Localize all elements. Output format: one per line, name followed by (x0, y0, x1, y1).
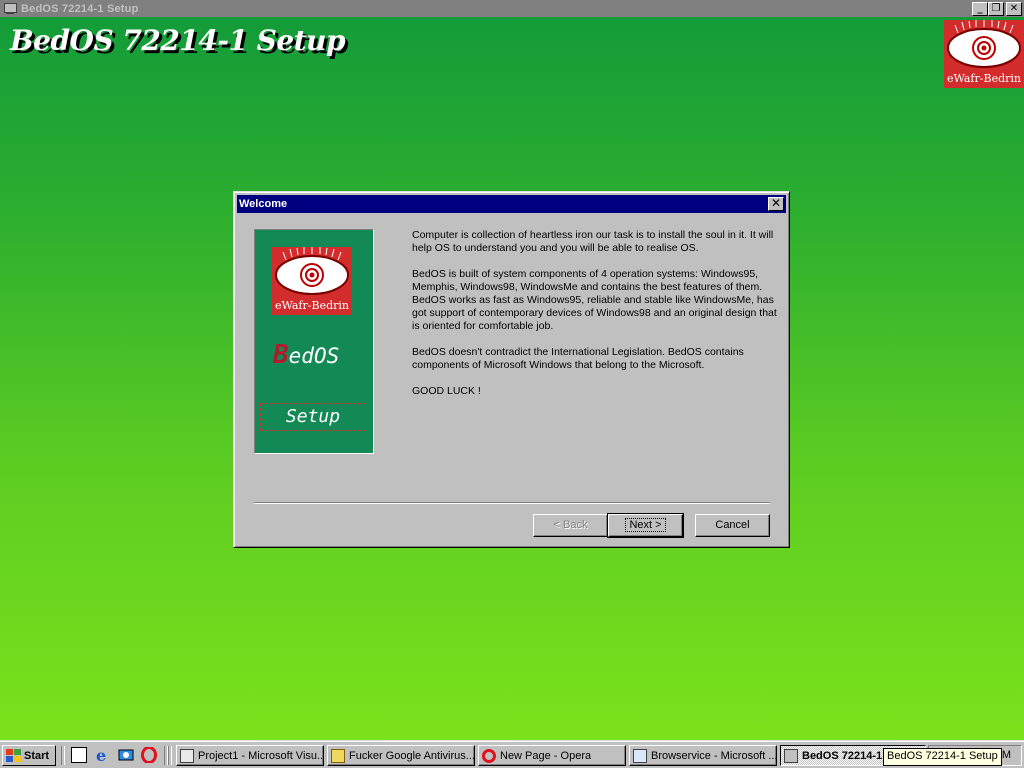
dialog-title: Welcome (239, 198, 288, 210)
dialog-close-button[interactable]: ✕ (768, 197, 784, 211)
brand-first-letter: B (273, 340, 289, 370)
cancel-button[interactable]: Cancel (695, 514, 770, 537)
restore-button[interactable]: ❐ (988, 2, 1004, 16)
logo-caption: eWafr-Bedrin (947, 72, 1021, 85)
paragraph-good-luck: GOOD LUCK ! (412, 385, 481, 397)
app-titlebar[interactable]: BedOS 72214-1 Setup _ ❐ ✕ (0, 0, 1024, 17)
brand-rest: edOS (288, 344, 340, 368)
paragraph-components: BedOS is built of system components of 4… (412, 268, 777, 332)
side-logo: eWafr-Bedrin (272, 247, 352, 315)
welcome-text: Computer is collection of heartless iron… (412, 229, 777, 411)
eye-icon (275, 247, 349, 295)
start-label: Start (24, 749, 50, 762)
ewafr-logo: eWafr-Bedrin (944, 20, 1024, 88)
vb-icon (180, 748, 194, 763)
taskbar-grip[interactable] (61, 746, 65, 765)
brand-wordmark: BedOS (273, 340, 339, 370)
computer-icon (3, 2, 17, 15)
ie-icon (633, 748, 647, 763)
side-logo-caption: eWafr-Bedrin (275, 299, 349, 312)
taskbar: Start e Project1 - Microsoft Visu... Fuc… (0, 740, 1024, 768)
tooltip: BedOS 72214-1 Setup (883, 748, 1002, 766)
minimize-button[interactable]: _ (972, 2, 988, 16)
separator (254, 502, 770, 504)
paragraph-intro: Computer is collection of heartless iron… (412, 229, 774, 254)
internet-explorer-icon[interactable]: e (95, 746, 111, 765)
task-label: Fucker Google Antivirus... (349, 749, 475, 762)
svg-text:e: e (96, 747, 106, 763)
close-button[interactable]: ✕ (1006, 2, 1022, 16)
task-folder[interactable]: Fucker Google Antivirus... (327, 745, 475, 766)
next-button-label: Next > (625, 518, 666, 532)
task-label: Browservice - Microsoft ... (651, 749, 777, 762)
folder-icon (331, 748, 345, 763)
start-button[interactable]: Start (2, 745, 56, 766)
setup-label: Setup (260, 403, 366, 431)
task-label: Project1 - Microsoft Visu... (198, 749, 324, 762)
task-browservice[interactable]: Browservice - Microsoft ... (629, 745, 777, 766)
task-label: New Page - Opera (500, 749, 592, 762)
dialog-titlebar[interactable]: Welcome ✕ (237, 195, 786, 213)
channels-icon[interactable] (118, 747, 134, 763)
taskbar-grip[interactable] (168, 746, 172, 765)
next-button[interactable]: Next > (607, 513, 684, 538)
eye-icon (947, 20, 1021, 68)
opera-icon (482, 748, 496, 763)
show-desktop-icon[interactable] (71, 747, 87, 763)
side-panel: eWafr-Bedrin BedOS Setup (254, 229, 374, 454)
opera-icon[interactable] (141, 746, 157, 764)
task-project1[interactable]: Project1 - Microsoft Visu... (176, 745, 324, 766)
task-opera[interactable]: New Page - Opera (478, 745, 626, 766)
welcome-dialog: Welcome ✕ eWafr-Bedrin BedOS Setup Compu… (233, 191, 790, 548)
windows-flag-icon (6, 749, 21, 762)
window-controls: _ ❐ ✕ (972, 2, 1022, 16)
app-window-title: BedOS 72214-1 Setup (21, 2, 139, 15)
setup-icon (784, 748, 798, 763)
paragraph-legal: BedOS doesn't contradict the Internation… (412, 346, 744, 371)
back-button[interactable]: < Back (533, 514, 608, 537)
setup-heading: BedOS 72214-1 Setup (10, 24, 346, 57)
